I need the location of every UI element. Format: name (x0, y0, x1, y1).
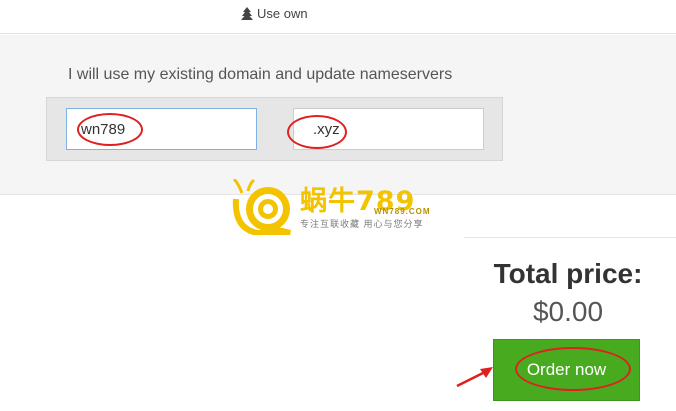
total-price-value: $0.00 (532, 296, 604, 327)
order-now-button[interactable]: Order now (493, 339, 640, 401)
watermark-slogan: 专注互联收藏 用心与您分享 (300, 219, 424, 229)
tld-input[interactable] (293, 108, 484, 150)
snail-icon (232, 179, 291, 235)
watermark-logo: 蜗牛789 WN789.COM 专注互联收藏 用心与您分享 (228, 179, 460, 235)
sld-input[interactable] (66, 108, 257, 150)
total-price-label: Total price: (493, 258, 643, 289)
watermark-domain: WN789.COM (374, 207, 431, 216)
annotation-arrow-icon (456, 367, 493, 388)
tree-icon (240, 6, 254, 21)
tab-strip: Use own (0, 0, 676, 34)
summary-divider (464, 237, 676, 238)
tab-use-own[interactable]: Use own (240, 6, 308, 21)
tab-use-own-label: Use own (257, 6, 308, 21)
existing-domain-panel: I will use my existing domain and update… (0, 35, 676, 195)
existing-domain-label: I will use my existing domain and update… (68, 66, 453, 83)
